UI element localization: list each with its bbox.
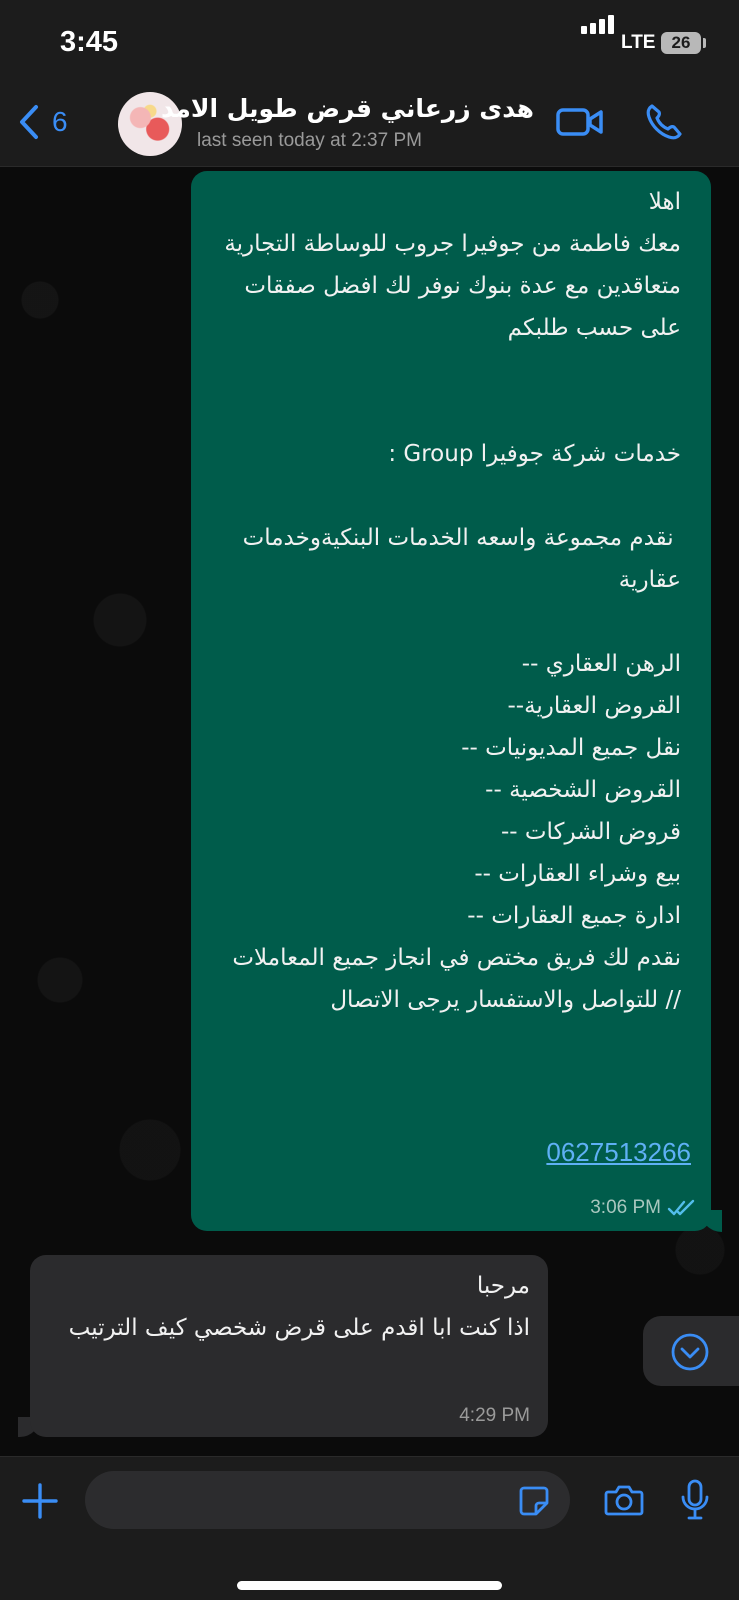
message-time: 4:29 PM [459,1405,530,1426]
battery-level: 26 [671,33,691,52]
phone-number-link[interactable]: 0627513266 [546,1137,691,1168]
chat-header: 6 هدى زرعاني قرض طويل الامد last seen to… [0,88,739,167]
microphone-button[interactable] [680,1479,710,1525]
camera-icon [604,1485,644,1516]
sticker-button[interactable] [518,1485,550,1521]
chevron-down-circle-icon [671,1333,709,1371]
unread-count: 6 [52,106,68,137]
outgoing-message[interactable]: اهلا معك فاطمة من جوفيرا جروب للوساطة ال… [191,171,711,1231]
attach-button[interactable] [22,1483,58,1523]
chevron-left-icon [20,105,38,139]
phone-call-icon[interactable] [644,102,684,146]
battery-tip [703,38,706,48]
message-meta: 3:06 PM [590,1197,697,1219]
camera-button[interactable] [604,1483,644,1521]
plus-icon [22,1483,58,1519]
double-check-icon [667,1199,695,1216]
last-seen-status: last seen today at 2:37 PM [197,130,422,151]
microphone-icon [681,1479,709,1520]
composer-bar [0,1456,739,1600]
status-time: 3:45 [60,26,119,58]
status-bar: 3:45 LTE 26 [0,0,739,88]
message-text: اهلا معك فاطمة من جوفيرا جروب للوساطة ال… [224,189,681,1013]
message-time: 3:06 PM [590,1197,661,1218]
scroll-to-bottom-button[interactable] [643,1316,739,1386]
network-label: LTE [621,32,656,53]
incoming-message[interactable]: مرحبا اذا كنت ابا اقدم على قرض شخصي كيف … [30,1255,548,1437]
back-button[interactable]: 6 [18,100,68,144]
chat-screen: 3:45 LTE 26 6 هدى زرعاني قرض طويل الامد … [0,0,739,1600]
message-text: مرحبا اذا كنت ابا اقدم على قرض شخصي كيف … [68,1273,530,1341]
sticker-icon [519,1486,549,1516]
contact-name[interactable]: هدى زرعاني قرض طويل الامد [161,94,534,123]
video-call-icon[interactable] [556,106,604,142]
message-input[interactable] [85,1471,570,1529]
home-indicator [237,1581,502,1590]
battery-icon: 26 [661,32,701,54]
